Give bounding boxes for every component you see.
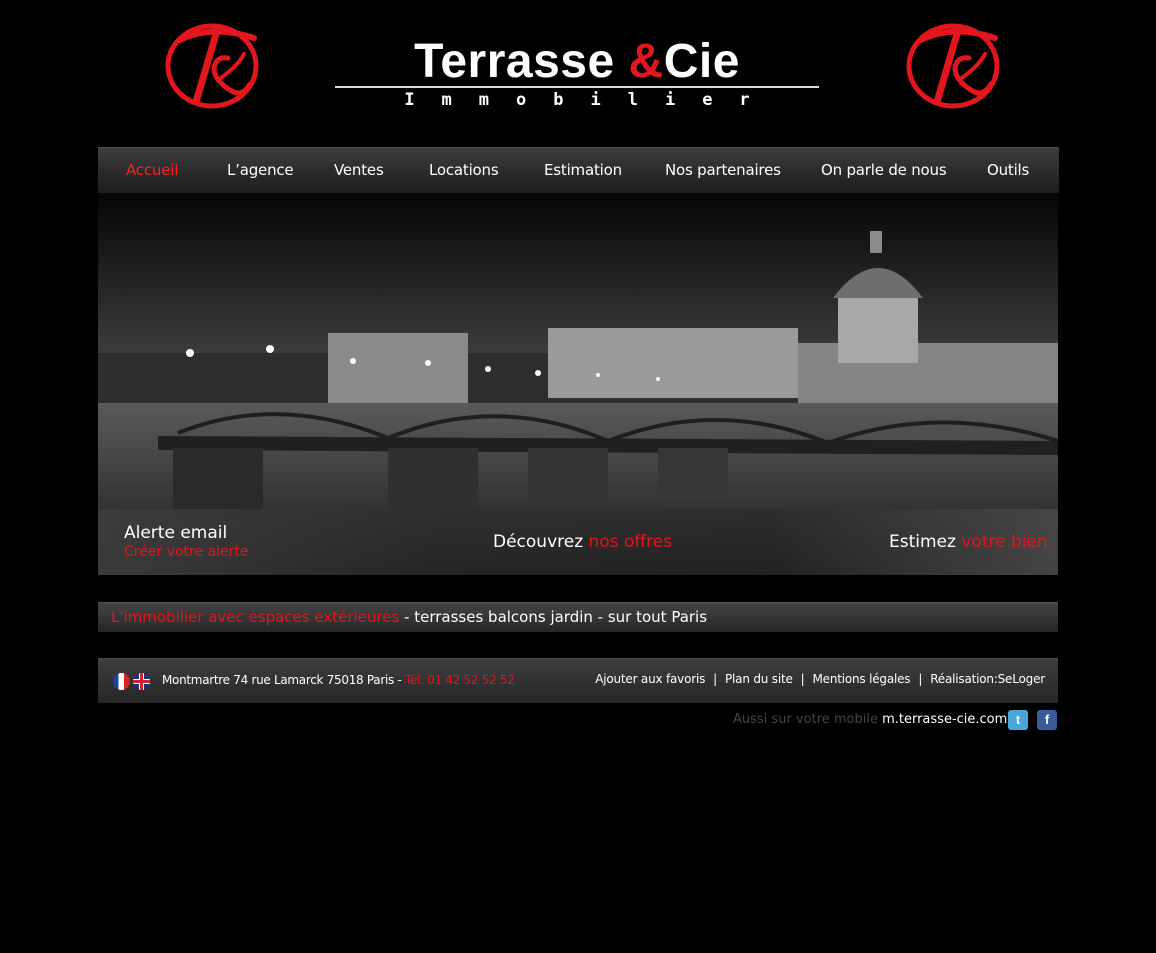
tagline-highlight: L'immobilier avec espaces extérieures (111, 608, 400, 626)
nav-item-locations[interactable]: Locations (429, 148, 499, 193)
mobile-prefix: Aussi sur votre mobile (733, 712, 883, 727)
legal-notice-link[interactable]: Mentions légales (813, 672, 911, 686)
brand-logo[interactable]: Terrasse &Cie Immobilier (333, 34, 821, 114)
mobile-site-line: Aussi sur votre mobile m.terrasse-cie.co… (733, 712, 1007, 727)
footer-bar: Montmartre 74 rue Lamarck 75018 Paris - … (98, 658, 1058, 703)
create-alert-link[interactable]: Créer votre alerte (124, 544, 248, 560)
estimate-property-link[interactable]: Estimez votre bien (889, 532, 1048, 552)
credits-link[interactable]: Réalisation:SeLoger (930, 672, 1045, 686)
twitter-glyph: t (1015, 712, 1021, 727)
sitemap-link[interactable]: Plan du site (725, 672, 793, 686)
facebook-icon[interactable]: f (1037, 710, 1057, 730)
nav-item-ventes[interactable]: Ventes (334, 148, 384, 193)
footer-links: Ajouter aux favoris | Plan du site | Mention… (595, 672, 1045, 686)
brand-title: Terrasse &Cie (333, 34, 821, 90)
discover-offers-prefix: Découvrez (493, 532, 589, 552)
discover-offers-link[interactable]: Découvrez nos offres (493, 532, 672, 552)
mobile-site-link[interactable]: m.terrasse-cie.com (882, 712, 1007, 727)
nav-item-agence[interactable]: L’agence (227, 148, 294, 193)
facebook-glyph: f (1044, 712, 1050, 727)
footer-separator: | (800, 672, 805, 686)
brand-rule (335, 86, 819, 88)
nav-item-on-parle-de-nous[interactable]: On parle de nous (821, 148, 947, 193)
tagline-bar: L'immobilier avec espaces extérieures - … (98, 602, 1058, 632)
hero-banner: Alerte email Créer votre alerte Découvre… (98, 193, 1058, 575)
main-nav: Accueil L’agence Ventes Locations Estima… (98, 147, 1059, 193)
tagline-rest: - terrasses balcons jardin - sur tout Pa… (399, 608, 708, 626)
estimate-highlight: votre bien (961, 532, 1048, 552)
twitter-icon[interactable]: t (1008, 710, 1028, 730)
monogram-logo-left (165, 23, 259, 109)
brand-subtitle: Immobilier (404, 90, 777, 110)
footer-separator: | (713, 672, 717, 686)
french-flag-icon[interactable] (113, 673, 130, 690)
address-text: Montmartre 74 rue Lamarck 75018 Paris - (162, 673, 406, 687)
nav-item-accueil[interactable]: Accueil (126, 148, 178, 193)
nav-item-partenaires[interactable]: Nos partenaires (665, 148, 781, 193)
estimate-prefix: Estimez (889, 532, 962, 552)
uk-flag-icon[interactable] (133, 673, 150, 690)
monogram-logo-right (906, 23, 1000, 109)
nav-item-estimation[interactable]: Estimation (544, 148, 622, 193)
email-alert-title[interactable]: Alerte email (124, 523, 227, 543)
discover-offers-highlight: nos offres (588, 532, 673, 552)
phone-number: Tél. 01 42 52 52 52 (405, 673, 515, 687)
brand-title-part1: Terrasse (414, 35, 629, 88)
footer-separator: | (918, 672, 923, 686)
brand-title-amp: & (628, 35, 664, 88)
add-favorites-link[interactable]: Ajouter aux favoris (595, 672, 705, 686)
brand-title-part2: Cie (663, 35, 740, 88)
nav-item-outils[interactable]: Outils (987, 148, 1029, 193)
agency-address: Montmartre 74 rue Lamarck 75018 Paris - … (162, 673, 515, 687)
